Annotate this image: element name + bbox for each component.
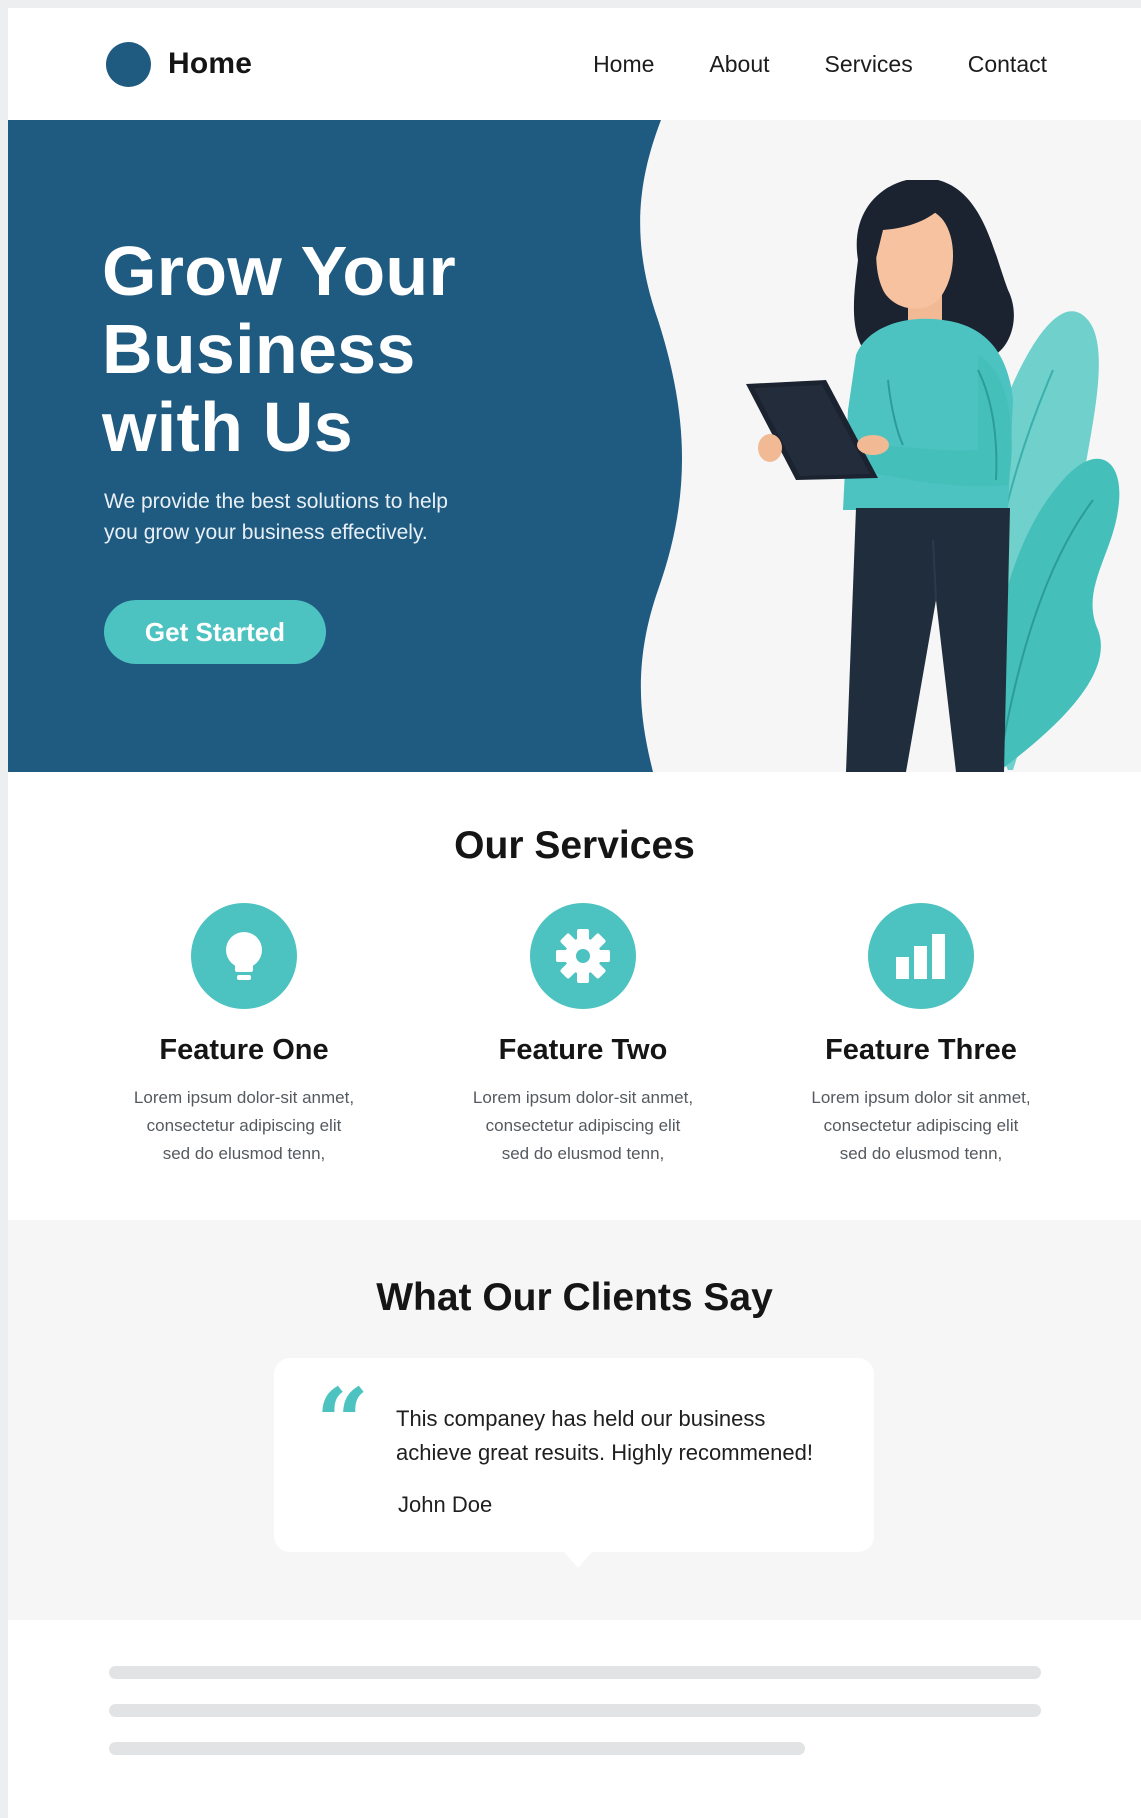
get-started-button[interactable]: Get Started (104, 600, 326, 664)
speech-bubble-tail (564, 1552, 592, 1568)
brand-logo-icon (106, 41, 151, 87)
site-header: Home Home About Services Contact (8, 8, 1141, 120)
feature-description-line: sed do elusmod tenn, (501, 1144, 665, 1163)
feature-description-line: Lorem ipsum dolor-sit anmet, (133, 1088, 355, 1107)
feature-description-line: consectetur adipiscing elit (146, 1116, 342, 1135)
woman-with-tablet-illustration (746, 180, 1120, 772)
services-title: Our Services (454, 824, 695, 867)
feature-description-line: Lorem ipsum dolor-sit anmet, (472, 1088, 694, 1107)
testimonials-section: What Our Clients Say “ This companey has… (8, 1220, 1141, 1620)
quote-mark-icon: “ (316, 1368, 369, 1476)
feature-description: Lorem ipsum dolor sit anmet, consectetur… (781, 1084, 1061, 1168)
feature-title: Feature Three (825, 1034, 1017, 1066)
page: Home Home About Services Contact Grow Yo… (8, 8, 1141, 1818)
hero-title-line-3: with Us (102, 388, 353, 466)
testimonial-quote-line: achieve great resuits. Highly recommened… (396, 1440, 813, 1465)
nav-link-home[interactable]: Home (593, 51, 654, 78)
feature-title: Feature Two (498, 1034, 668, 1066)
testimonial-quote-line: This companey has held our business (396, 1406, 766, 1431)
nav-link-contact[interactable]: Contact (968, 51, 1047, 78)
placeholder-line (109, 1666, 1041, 1679)
feature-card-one: Feature One Lorem ipsum dolor-sit anmet,… (104, 903, 384, 1168)
feature-description-line: consectetur adipiscing elit (485, 1116, 681, 1135)
bar-chart-icon (868, 903, 974, 1009)
testimonial-card: “ This companey has held our business ac… (274, 1358, 874, 1568)
hero-title-line-1: Grow Your (102, 232, 457, 310)
testimonials-title: What Our Clients Say (376, 1276, 773, 1319)
nav-link-services[interactable]: Services (825, 51, 913, 78)
feature-title: Feature One (159, 1034, 329, 1066)
feature-description-line: consectetur adipiscing elit (823, 1116, 1019, 1135)
feature-description: Lorem ipsum dolor-sit anmet, consectetur… (443, 1084, 723, 1168)
services-section: Our Services Feature One Lorem ipsum dol… (8, 772, 1141, 1220)
feature-card-three: Feature Three Lorem ipsum dolor sit anme… (781, 903, 1061, 1168)
hero-title: Grow Your Business with Us (102, 232, 622, 466)
feature-description-line: Lorem ipsum dolor sit anmet, (811, 1088, 1031, 1107)
testimonial-author: John Doe (398, 1492, 493, 1517)
testimonial-quote: This companey has held our business achi… (396, 1402, 836, 1470)
hero-subtitle: We provide the best solutions to help yo… (104, 486, 504, 548)
hero-section: Grow Your Business with Us We provide th… (8, 120, 1141, 772)
feature-card-two: Feature Two Lorem ipsum dolor-sit anmet,… (443, 903, 723, 1168)
nav-link-about[interactable]: About (709, 51, 769, 78)
placeholder-line (109, 1704, 1041, 1717)
hero-title-line-2: Business (102, 310, 416, 388)
main-nav: Home About Services Contact (593, 51, 1047, 78)
feature-description-line: sed do elusmod tenn, (839, 1144, 1003, 1163)
gear-icon (530, 903, 636, 1009)
feature-description-line: sed do elusmod tenn, (162, 1144, 326, 1163)
hero-subtitle-line-2: you grow your business effectively. (104, 521, 428, 544)
feature-description: Lorem ipsum dolor-sit anmet, consectetur… (104, 1084, 384, 1168)
lightbulb-icon (191, 903, 297, 1009)
brand[interactable]: Home (106, 41, 253, 87)
brand-name: Home (168, 47, 253, 80)
footer-placeholder (8, 1620, 1141, 1818)
hero-subtitle-line-1: We provide the best solutions to help (104, 490, 448, 513)
placeholder-line (109, 1742, 805, 1755)
